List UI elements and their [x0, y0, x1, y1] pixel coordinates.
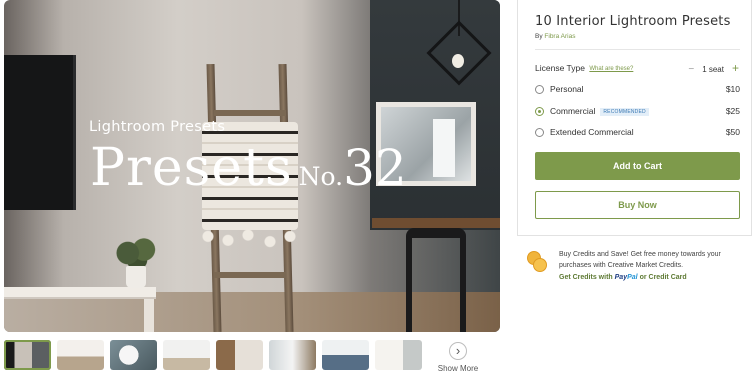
license-option-name-text: Commercial	[550, 106, 596, 116]
add-to-cart-button[interactable]: Add to Cart	[535, 152, 740, 180]
paypal-logo-pal[interactable]: Pal	[627, 274, 638, 281]
hero-headline: Presets No.32	[90, 138, 407, 198]
radio-extended-commercial[interactable]	[535, 128, 544, 137]
license-option-commercial[interactable]: Commercial RECOMMENDED $25	[535, 106, 740, 120]
scene-chair	[406, 228, 466, 332]
scene-ladder-rung	[214, 110, 286, 116]
purchase-card: 10 Interior Lightroom Presets By Fibra A…	[517, 0, 752, 236]
hero-overline: Lightroom Presets	[89, 119, 226, 135]
author-link[interactable]: Fibra Arias	[544, 33, 575, 40]
radio-personal[interactable]	[535, 85, 544, 94]
license-type-label: License Type	[535, 63, 585, 73]
scene-tv	[4, 55, 76, 210]
hero-headline-main: Presets	[90, 138, 293, 198]
thumbnail-6[interactable]	[269, 340, 316, 370]
scene-tassels	[200, 226, 300, 252]
license-option-price: $50	[725, 127, 740, 137]
divider	[535, 49, 740, 50]
thumbnail-2[interactable]	[57, 340, 104, 370]
get-credits-prefix[interactable]: Get Credits with	[559, 274, 613, 281]
byline-prefix: By	[535, 33, 543, 40]
thumbnail-8[interactable]	[375, 340, 422, 370]
thumbnail-7[interactable]	[322, 340, 369, 370]
product-hero-image[interactable]: Lightroom Presets Presets No.32	[4, 0, 500, 332]
license-option-extended[interactable]: Extended Commercial $50	[535, 127, 740, 141]
scene-shelf	[4, 287, 156, 299]
show-more-button[interactable]: › Show More	[436, 342, 480, 373]
hero-headline-no: No.	[298, 162, 344, 191]
scene-shelf-leg	[144, 299, 154, 332]
license-type-row: License Type What are these?	[535, 63, 633, 73]
license-option-personal[interactable]: Personal $10	[535, 84, 740, 98]
paypal-logo[interactable]: PayPal	[615, 274, 638, 281]
recommended-badge: RECOMMENDED	[600, 108, 649, 116]
credits-promo-text: Buy Credits and Save! Get free money tow…	[559, 251, 721, 269]
radio-commercial[interactable]	[535, 107, 544, 116]
product-title: 10 Interior Lightroom Presets	[535, 14, 731, 29]
thumbnail-5[interactable]	[216, 340, 263, 370]
license-help-link[interactable]: What are these?	[589, 66, 633, 72]
coins-icon	[527, 251, 549, 273]
seat-count: 1 seat	[702, 65, 724, 74]
scene-pot	[126, 266, 146, 288]
chevron-right-icon[interactable]: ›	[449, 342, 467, 360]
seat-plus-button[interactable]: +	[732, 61, 739, 75]
license-option-price: $10	[725, 84, 740, 94]
thumbnail-3[interactable]	[110, 340, 157, 370]
seat-stepper: −1 seat +	[688, 61, 739, 75]
thumbnail-1[interactable]	[4, 340, 51, 370]
scene-ladder-rung	[214, 272, 286, 278]
scene-bulb	[452, 54, 464, 68]
scene-plant	[114, 236, 160, 270]
license-option-name: Personal	[550, 84, 584, 94]
thumbnail-4[interactable]	[163, 340, 210, 370]
get-credits-link[interactable]: Get Credits with PayPal or Credit Card	[559, 274, 687, 281]
seat-minus-button[interactable]: −	[688, 64, 694, 75]
get-credits-suffix[interactable]: or Credit Card	[640, 274, 687, 281]
license-option-price: $25	[725, 106, 740, 116]
paypal-logo-pay[interactable]: Pay	[615, 274, 627, 281]
license-option-name: Extended Commercial	[550, 127, 634, 137]
hero-headline-number: 32	[343, 139, 407, 197]
thumbnail-strip	[4, 340, 422, 370]
scene-table	[372, 218, 500, 228]
product-byline: By Fibra Arias	[535, 33, 575, 40]
show-more-label[interactable]: Show More	[436, 364, 480, 373]
license-option-name: Commercial RECOMMENDED	[550, 106, 649, 116]
buy-now-button[interactable]: Buy Now	[535, 191, 740, 219]
